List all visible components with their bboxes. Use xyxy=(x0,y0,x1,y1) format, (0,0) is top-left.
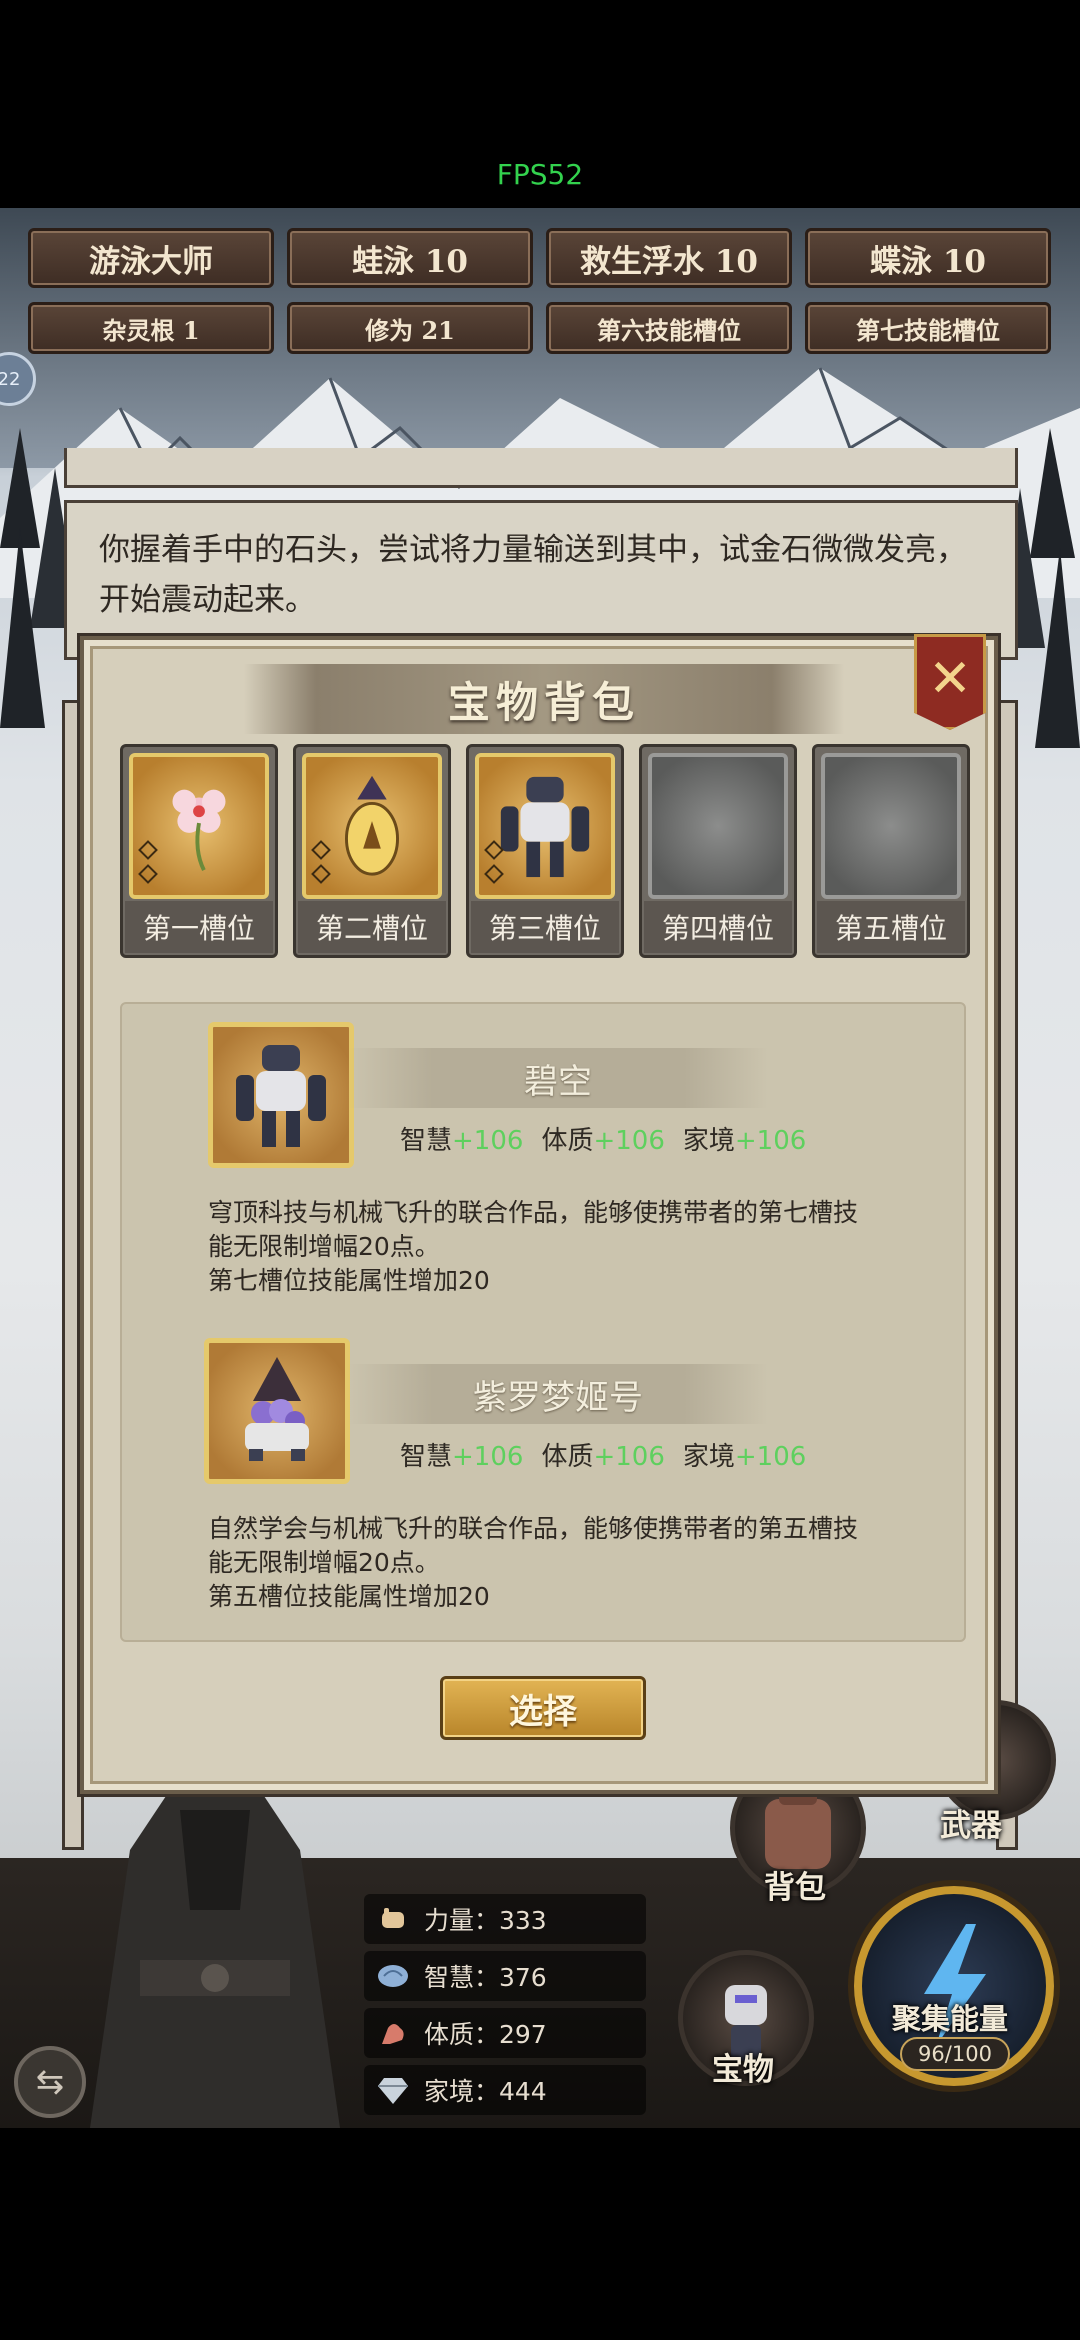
slot-frame xyxy=(129,753,269,899)
attr-value: +106 xyxy=(593,1126,665,1156)
skill-tag[interactable]: 修为 21 xyxy=(287,302,533,354)
attr: 智慧+106 xyxy=(400,1436,523,1473)
item-name: 碧空 xyxy=(348,1048,768,1108)
attr-label: 体质 xyxy=(541,1442,594,1472)
slot-frame xyxy=(475,753,615,899)
stat-label: 体质：297 xyxy=(424,2020,547,2049)
attr-value: +106 xyxy=(734,1442,807,1472)
item-name: 紫罗梦姬号 xyxy=(348,1364,768,1424)
desc-line: 第七槽位技能属性增加20 xyxy=(208,1266,490,1295)
skill-tag[interactable]: 杂灵根 1 xyxy=(28,302,274,354)
paper-edge-right xyxy=(996,700,1018,1850)
slot-1[interactable]: 第一槽位 xyxy=(120,744,278,958)
fist-icon xyxy=(374,1902,412,1936)
select-button[interactable]: 选择 xyxy=(440,1676,646,1740)
stat-label: 智慧：376 xyxy=(424,1963,547,1992)
attr: 体质+106 xyxy=(541,1120,664,1157)
desc-line: 穹顶科技与机械飞升的联合作品，能够使携带者的第七槽技 xyxy=(208,1198,859,1227)
story-text: 你握着手中的石头，尝试将力量输送到其中，试金石微微发亮，开始震动起来。 xyxy=(99,532,967,618)
attr-label: 智慧 xyxy=(400,1126,453,1156)
attr: 智慧+106 xyxy=(400,1120,523,1157)
stat-label: 家境：444 xyxy=(424,2077,547,2106)
skill-tag[interactable]: 第七技能槽位 xyxy=(805,302,1051,354)
stat-constitution: 体质：297 xyxy=(364,2008,646,2058)
desc-line: 能无限制增幅20点。 xyxy=(208,1548,440,1577)
flower-icon xyxy=(145,769,253,883)
attr: 家境+106 xyxy=(683,1120,806,1157)
fps-counter: FPS52 xyxy=(496,158,584,191)
item-description: 穹顶科技与机械飞升的联合作品，能够使携带者的第七槽技 能无限制增幅20点。 第七… xyxy=(208,1196,928,1298)
desc-line: 自然学会与机械飞升的联合作品，能够使携带者的第五槽技 xyxy=(208,1514,859,1543)
stat-label: 力量：333 xyxy=(424,1906,547,1935)
cloaked-character xyxy=(90,1790,340,2128)
paper-strip xyxy=(64,448,1018,488)
energy-count: 96/100 xyxy=(900,2037,1010,2071)
stat-wisdom: 智慧：376 xyxy=(364,1951,646,2001)
attr-label: 家境 xyxy=(682,1442,735,1472)
slot-label: 第四槽位 xyxy=(644,901,792,953)
attr-value: +106 xyxy=(452,1442,524,1472)
slot-label: 第五槽位 xyxy=(817,901,965,953)
slot-label: 第三槽位 xyxy=(471,901,619,953)
skill-tag[interactable]: 救生浮水 10 xyxy=(546,228,792,288)
slot-label: 第一槽位 xyxy=(125,901,273,953)
empty-slot-frame xyxy=(648,753,788,899)
diamond-icon xyxy=(374,2073,412,2107)
item-description: 自然学会与机械飞升的联合作品，能够使携带者的第五槽技 能无限制增幅20点。 第五… xyxy=(208,1512,928,1614)
weapon-label: 武器 xyxy=(940,1808,1002,1844)
flower-pot-mech-icon[interactable] xyxy=(204,1338,350,1484)
stat-family: 家境：444 xyxy=(364,2065,646,2115)
attr-value: +106 xyxy=(734,1126,807,1156)
skill-tag[interactable]: 第六技能槽位 xyxy=(546,302,792,354)
modal-title: 宝物背包 xyxy=(447,677,640,727)
energy-label: 聚集能量 xyxy=(892,2002,1009,2036)
swap-icon[interactable]: ⇆ xyxy=(14,2046,86,2118)
empty-slot-frame xyxy=(821,753,961,899)
skill-tag[interactable]: 蛙泳 10 xyxy=(287,228,533,288)
item-attrs: 智慧+106 体质+106 家境+106 xyxy=(400,1120,806,1157)
mech-robot-icon[interactable] xyxy=(208,1022,354,1168)
skill-tags: 游泳大师 蛙泳 10 救生浮水 10 蝶泳 10 杂灵根 1 修为 21 第六技… xyxy=(28,228,1052,354)
treasure-label: 宝物 xyxy=(712,2052,774,2088)
attr-label: 体质 xyxy=(541,1126,594,1156)
attr-value: +106 xyxy=(452,1126,524,1156)
close-x-icon[interactable]: ✕ xyxy=(914,634,986,730)
attr-label: 家境 xyxy=(682,1126,735,1156)
slot-row: 第一槽位 第二槽位 第三槽位 第四槽位 第五槽位 xyxy=(120,744,970,958)
slot-3[interactable]: 第三槽位 xyxy=(466,744,624,958)
bag-label: 背包 xyxy=(764,1870,826,1906)
item-attrs: 智慧+106 体质+106 家境+106 xyxy=(400,1436,806,1473)
skill-tag[interactable]: 蝶泳 10 xyxy=(805,228,1051,288)
stats-panel: 力量：333 智慧：376 体质：297 家境：444 xyxy=(364,1894,646,2122)
slot-4[interactable]: 第四槽位 xyxy=(639,744,797,958)
slot-frame xyxy=(302,753,442,899)
brain-icon xyxy=(374,1959,412,1993)
desc-line: 能无限制增幅20点。 xyxy=(208,1232,440,1261)
treasure-bag-modal: 宝物背包 ✕ 第一槽位 第二槽位 第三槽位 第四槽位 第五槽位 碧空 智慧+10… xyxy=(80,634,998,1794)
gem-pendant-icon xyxy=(318,769,426,883)
slot-label: 第二槽位 xyxy=(298,901,446,953)
slot-5[interactable]: 第五槽位 xyxy=(812,744,970,958)
muscle-arm-icon xyxy=(374,2016,412,2050)
item-detail-panel: 碧空 智慧+106 体质+106 家境+106 穹顶科技与机械飞升的联合作品，能… xyxy=(120,1002,966,1642)
slot-2[interactable]: 第二槽位 xyxy=(293,744,451,958)
skill-tag[interactable]: 游泳大师 xyxy=(28,228,274,288)
mech-robot-icon xyxy=(491,769,599,883)
desc-line: 第五槽位技能属性增加20 xyxy=(208,1582,490,1611)
attr-label: 智慧 xyxy=(400,1442,453,1472)
stat-strength: 力量：333 xyxy=(364,1894,646,1944)
attr-value: +106 xyxy=(593,1442,665,1472)
attr: 家境+106 xyxy=(683,1436,806,1473)
attr: 体质+106 xyxy=(541,1436,664,1473)
